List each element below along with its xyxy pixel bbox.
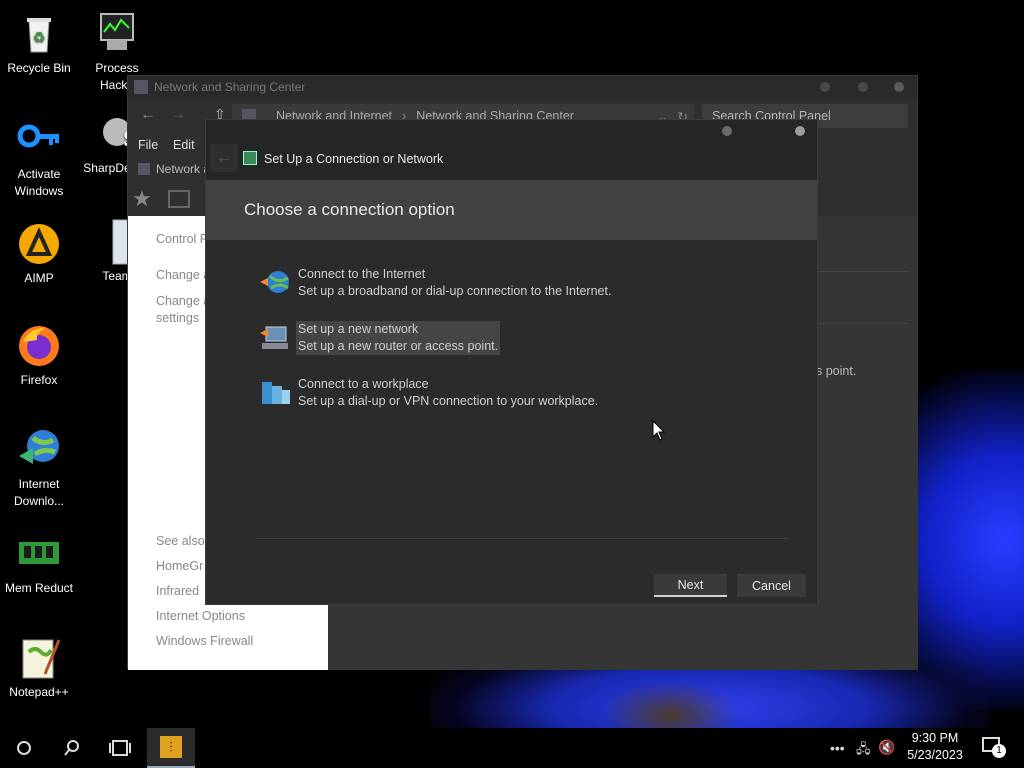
close-button[interactable] (894, 82, 904, 92)
control-panel-icon: ⫶ (160, 736, 182, 758)
desktop-icon-notepadpp[interactable]: Notepad++ (0, 634, 78, 701)
process-hacker-icon (93, 10, 141, 58)
network-icon (134, 80, 148, 94)
dialog-title: Set Up a Connection or Network (264, 152, 444, 166)
desktop-icon-firefox[interactable]: Firefox (0, 322, 78, 389)
history-icon[interactable] (168, 190, 190, 208)
key-icon (15, 116, 63, 164)
clock-time: 9:30 PM (911, 731, 959, 745)
link-infrared[interactable]: Infrared (156, 584, 199, 598)
window-tab[interactable]: Network a (138, 162, 210, 176)
desktop-icon-label: Mem Reduct (4, 581, 74, 595)
desktop-icon-mem-reduct[interactable]: Mem Reduct (0, 530, 78, 597)
cancel-button[interactable]: Cancel (737, 574, 806, 597)
memory-chip-icon (15, 530, 63, 578)
divider (818, 323, 908, 324)
desktop-icon-label: Activate Windows (14, 167, 64, 198)
clock[interactable]: 9:30 PM 5/23/2023 (902, 731, 968, 762)
window-titlebar[interactable]: Network and Sharing Center (128, 76, 917, 98)
see-also-heading: See also (156, 534, 205, 548)
aimp-icon (15, 220, 63, 268)
menu-file[interactable]: File (138, 138, 158, 160)
taskbar: ⫶ ••• 🖧 🔇 9:30 PM 5/23/2023 1 (0, 728, 1024, 768)
network-icon (138, 163, 150, 175)
link-homegroup[interactable]: HomeGr (156, 559, 203, 573)
back-button[interactable]: ← (210, 144, 238, 172)
option-title: Set up a new network (298, 322, 419, 336)
link-internet-options[interactable]: Internet Options (156, 609, 245, 623)
globe-download-icon (15, 426, 63, 474)
action-center-button[interactable]: 1 (982, 737, 1006, 758)
notification-badge: 1 (992, 744, 1006, 758)
task-view-icon (109, 740, 131, 756)
recycle-bin-icon: ♻ (15, 10, 63, 58)
clock-date: 5/23/2023 (907, 748, 963, 762)
network-status-icon[interactable]: 🖧 (856, 740, 871, 762)
desktop-icon-label: Internet Downlo... (13, 477, 65, 508)
quick-toolbar: ★ (128, 182, 208, 216)
mouse-cursor-icon (652, 420, 666, 441)
notepadpp-icon (15, 634, 63, 682)
start-icon (17, 741, 31, 755)
start-button[interactable] (0, 728, 48, 768)
desktop-icon-label: AIMP (24, 271, 54, 285)
volume-muted-icon[interactable]: 🔇 (878, 739, 895, 756)
desktop-icon-label: Notepad++ (9, 685, 69, 699)
firefox-icon (15, 322, 63, 370)
router-icon (258, 321, 292, 355)
minimize-button[interactable] (722, 126, 732, 136)
dialog-divider (256, 538, 788, 539)
main-pane-text-fragment: s point. (816, 364, 857, 378)
network-setup-icon (243, 151, 257, 165)
next-button[interactable]: Next (654, 574, 727, 597)
link-windows-firewall[interactable]: Windows Firewall (156, 634, 253, 648)
forward-arrow-icon[interactable]: → (170, 106, 186, 124)
desktop-icon-label: Firefox (20, 373, 58, 387)
option-new-network[interactable]: Set up a new network Set up a new router… (258, 321, 501, 355)
svg-text:♻: ♻ (33, 30, 46, 46)
dialog-heading: Choose a connection option (206, 180, 817, 240)
back-arrow-icon[interactable]: ← (140, 106, 156, 124)
option-title: Connect to a workplace (298, 377, 429, 391)
option-title: Connect to the Internet (298, 267, 426, 281)
link-control-panel[interactable]: Control P (156, 232, 208, 246)
option-description: Set up a new router or access point. (298, 339, 499, 353)
star-icon[interactable]: ★ (132, 186, 152, 212)
menu-edit[interactable]: Edit (173, 138, 195, 160)
workplace-icon (258, 376, 292, 410)
option-connect-internet[interactable]: Connect to the Internet Set up a broadba… (258, 266, 613, 300)
window-title: Network and Sharing Center (154, 80, 306, 94)
search-button[interactable] (48, 728, 96, 768)
back-arrow-icon: ← (216, 149, 232, 166)
taskbar-app-control-panel[interactable]: ⫶ (147, 728, 195, 768)
divider (818, 271, 908, 272)
option-description: Set up a broadband or dial-up connection… (298, 284, 612, 298)
desktop-icon-recycle-bin[interactable]: ♻ Recycle Bin (0, 10, 78, 77)
setup-connection-dialog[interactable]: ← Set Up a Connection or Network Choose … (205, 119, 818, 605)
maximize-button[interactable] (858, 82, 868, 92)
option-description: Set up a dial-up or VPN connection to yo… (298, 394, 599, 408)
globe-icon (258, 266, 292, 300)
task-view-button[interactable] (96, 728, 144, 768)
show-hidden-icons-icon[interactable]: ••• (830, 740, 845, 756)
search-icon (64, 740, 79, 756)
desktop-icon-aimp[interactable]: AIMP (0, 220, 78, 287)
option-connect-workplace[interactable]: Connect to a workplace Set up a dial-up … (258, 376, 600, 410)
tab-label: Network a (156, 162, 211, 176)
desktop-icon-activate-windows[interactable]: Activate Windows (0, 116, 78, 200)
dialog-titlebar[interactable]: ← Set Up a Connection or Network (206, 120, 817, 180)
close-button[interactable] (795, 126, 805, 136)
desktop-icon-internet-download[interactable]: Internet Downlo... (0, 426, 78, 510)
link-change-adapter[interactable]: Change a (156, 268, 210, 282)
desktop-icon-label: Recycle Bin (7, 61, 71, 75)
minimize-button[interactable] (820, 82, 830, 92)
